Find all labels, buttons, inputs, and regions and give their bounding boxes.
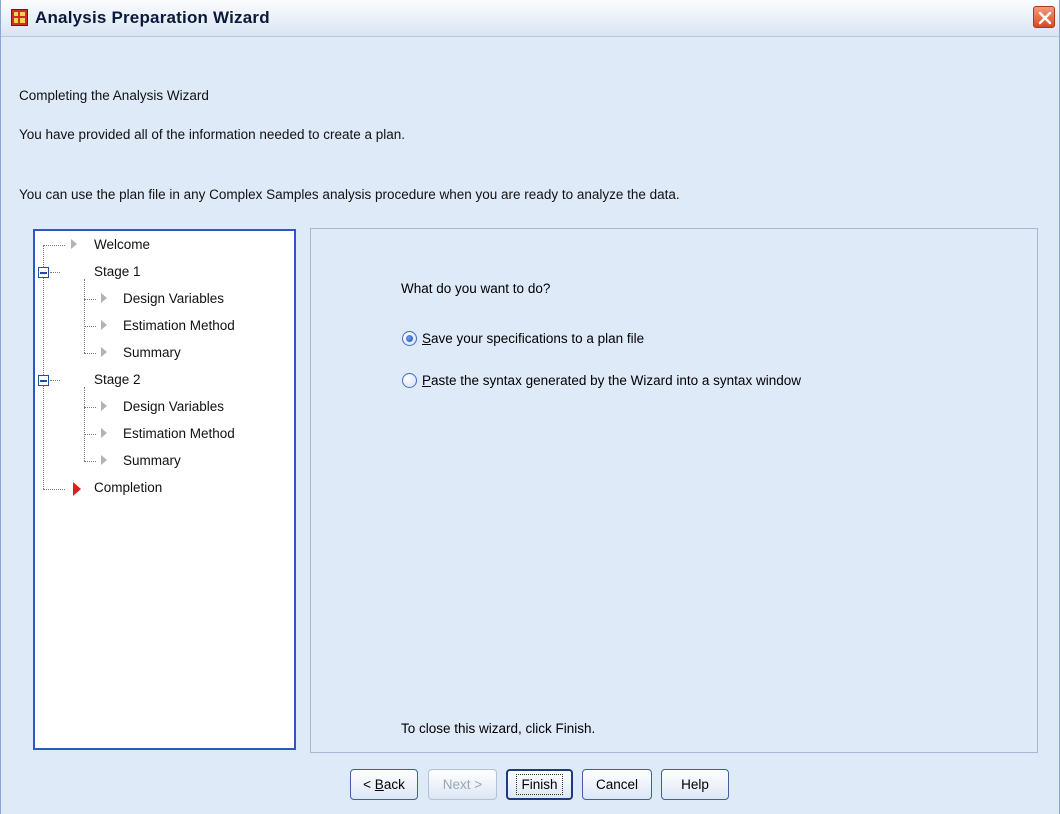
tree-item-stage1-estimation-method[interactable]: Estimation Method <box>123 318 235 333</box>
back-label: ack <box>383 777 405 792</box>
step-pending-icon <box>101 293 107 303</box>
tree-item-stage-2[interactable]: Stage 2 <box>94 372 141 387</box>
save-option-label: ave your specifications to a plan file <box>431 331 645 346</box>
wizard-heading: Completing the Analysis Wizard <box>19 88 209 103</box>
tree-item-completion[interactable]: Completion <box>94 480 162 495</box>
step-pending-icon <box>101 320 107 330</box>
save-plan-option[interactable]: Save your specifications to a plan file <box>402 331 644 346</box>
tree-item-stage2-design-variables[interactable]: Design Variables <box>123 399 224 414</box>
action-question: What do you want to do? <box>401 281 551 296</box>
back-mnemonic: B <box>374 777 384 792</box>
tree-item-stage1-summary[interactable]: Summary <box>123 345 181 360</box>
back-arrow-label: < <box>363 777 375 792</box>
close-button[interactable] <box>1033 6 1055 28</box>
cancel-button[interactable]: Cancel <box>582 769 652 800</box>
completion-panel: What do you want to do? Save your specif… <box>310 228 1038 753</box>
save-option-mnemonic: S <box>422 331 432 346</box>
window-title: Analysis Preparation Wizard <box>35 8 270 27</box>
current-step-icon <box>73 482 81 496</box>
radio-unselected-icon[interactable] <box>402 373 417 388</box>
radio-selected-icon[interactable] <box>402 331 417 346</box>
step-pending-icon <box>71 239 77 249</box>
info-line-2: You can use the plan file in any Complex… <box>19 187 680 202</box>
step-pending-icon <box>101 347 107 357</box>
collapse-icon[interactable] <box>38 267 49 278</box>
paste-option-mnemonic: P <box>422 373 432 388</box>
close-hint-text: To close this wizard, click Finish. <box>401 721 596 736</box>
back-button[interactable]: < Back <box>350 769 418 800</box>
paste-syntax-option[interactable]: Paste the syntax generated by the Wizard… <box>402 373 801 388</box>
tree-item-stage2-summary[interactable]: Summary <box>123 453 181 468</box>
collapse-icon[interactable] <box>38 375 49 386</box>
info-line-1: You have provided all of the information… <box>19 127 406 142</box>
tree-item-stage-1[interactable]: Stage 1 <box>94 264 141 279</box>
step-pending-icon <box>101 455 107 465</box>
step-pending-icon <box>101 428 107 438</box>
step-pending-icon <box>101 401 107 411</box>
finish-label: Finish <box>516 774 563 795</box>
next-button[interactable]: Next > <box>428 769 497 800</box>
paste-option-label: aste the syntax generated by the Wizard … <box>431 373 801 388</box>
app-icon <box>11 9 28 26</box>
close-icon <box>1038 11 1052 25</box>
title-bar[interactable]: Analysis Preparation Wizard <box>1 0 1059 37</box>
help-button[interactable]: Help <box>661 769 729 800</box>
wizard-steps-tree[interactable]: Welcome Stage 1 Design Variables Estimat… <box>33 229 296 750</box>
tree-item-welcome[interactable]: Welcome <box>94 237 150 252</box>
finish-button[interactable]: Finish <box>506 769 573 800</box>
wizard-window: Analysis Preparation Wizard Completing t… <box>0 0 1060 814</box>
tree-item-stage1-design-variables[interactable]: Design Variables <box>123 291 224 306</box>
tree-item-stage2-estimation-method[interactable]: Estimation Method <box>123 426 235 441</box>
